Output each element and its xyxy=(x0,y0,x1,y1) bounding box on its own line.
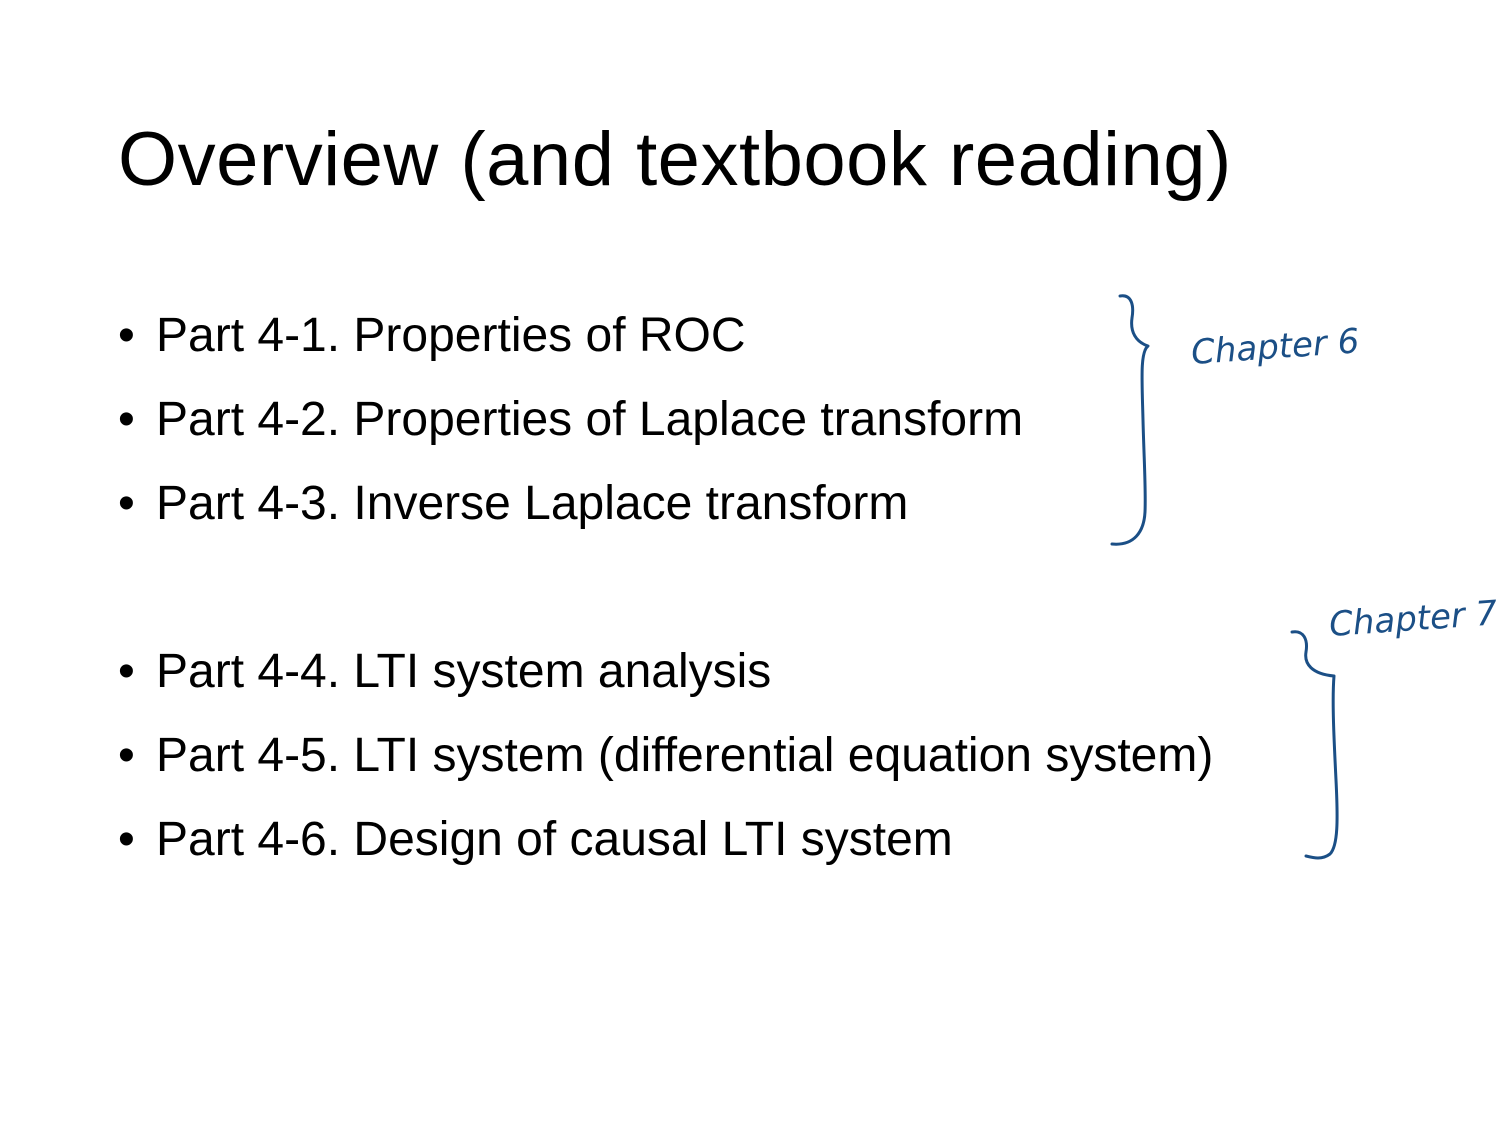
brace-chapter-7 xyxy=(1290,630,1339,860)
chapter-6-label: Chapter 6 xyxy=(1190,321,1361,373)
chapter-7-label: Chapter 7 xyxy=(1328,593,1499,645)
brace-chapter-6 xyxy=(1110,294,1150,546)
slide: Overview (and textbook reading) • Part 4-… xyxy=(0,0,1500,1125)
ink-annotations: Chapter 6 Chapter 7 xyxy=(1110,294,1499,860)
